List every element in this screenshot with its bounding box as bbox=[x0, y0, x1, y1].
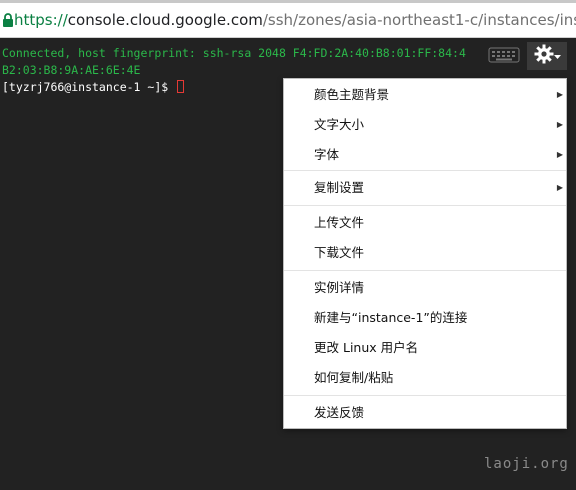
submenu-arrow-icon: ▶ bbox=[556, 150, 563, 159]
gear-icon bbox=[534, 44, 554, 68]
menu-item-label: 颜色主题背景 bbox=[314, 87, 390, 102]
terminal-fingerprint-line: B2:03:B8:9A:AE:6E:4E bbox=[2, 63, 141, 77]
menu-item-download-file[interactable]: 下载文件 bbox=[284, 238, 566, 268]
watermark-text: laoji.org bbox=[484, 456, 569, 472]
lock-icon bbox=[2, 9, 14, 31]
menu-item-copy-settings[interactable]: 复制设置 ▶ bbox=[284, 173, 566, 203]
menu-divider bbox=[284, 395, 566, 396]
menu-item-label: 如何复制/粘贴 bbox=[314, 370, 394, 385]
menu-item-label: 更改 Linux 用户名 bbox=[314, 340, 419, 355]
menu-item-label: 下载文件 bbox=[314, 245, 365, 260]
settings-gear-button[interactable] bbox=[527, 42, 567, 70]
keyboard-icon[interactable] bbox=[488, 47, 520, 63]
menu-divider bbox=[284, 270, 566, 271]
menu-item-new-connection[interactable]: 新建与“instance-1”的连接 bbox=[284, 303, 566, 333]
terminal-cursor bbox=[177, 80, 185, 93]
submenu-arrow-icon: ▶ bbox=[556, 120, 563, 129]
terminal-prompt-line: [tyzrj766@instance-1 ~]$ bbox=[2, 79, 185, 95]
address-bar[interactable]: https://console.cloud.google.com/ssh/zon… bbox=[0, 3, 576, 38]
submenu-arrow-icon: ▶ bbox=[556, 90, 563, 99]
menu-item-label: 实例详情 bbox=[314, 280, 365, 295]
menu-item-label: 文字大小 bbox=[314, 117, 365, 132]
menu-item-label: 复制设置 bbox=[314, 180, 365, 195]
menu-item-change-username[interactable]: 更改 Linux 用户名 bbox=[284, 333, 566, 363]
menu-item-instance-details[interactable]: 实例详情 bbox=[284, 273, 566, 303]
menu-divider bbox=[284, 170, 566, 171]
menu-item-send-feedback[interactable]: 发送反馈 bbox=[284, 398, 566, 428]
menu-item-label: 字体 bbox=[314, 147, 340, 162]
terminal-prompt: [tyzrj766@instance-1 ~]$ bbox=[2, 80, 176, 94]
menu-item-text-size[interactable]: 文字大小 ▶ bbox=[284, 110, 566, 140]
menu-item-font[interactable]: 字体 ▶ bbox=[284, 140, 566, 170]
menu-item-upload-file[interactable]: 上传文件 bbox=[284, 208, 566, 238]
settings-menu: 颜色主题背景 ▶ 文字大小 ▶ 字体 ▶ 复制设置 ▶ 上传文件 下载文件 实例… bbox=[283, 78, 567, 429]
menu-divider bbox=[284, 205, 566, 206]
menu-item-color-theme[interactable]: 颜色主题背景 ▶ bbox=[284, 80, 566, 110]
terminal-connected-line: Connected, host fingerprint: ssh-rsa 204… bbox=[2, 46, 466, 60]
submenu-arrow-icon: ▶ bbox=[556, 183, 563, 192]
url-text: https://console.cloud.google.com/ssh/zon… bbox=[14, 11, 576, 29]
caret-down-icon bbox=[553, 48, 561, 64]
menu-item-label: 发送反馈 bbox=[314, 405, 365, 420]
menu-item-label: 上传文件 bbox=[314, 215, 365, 230]
menu-item-label: 新建与“instance-1”的连接 bbox=[314, 310, 468, 325]
menu-item-copy-paste-help[interactable]: 如何复制/粘贴 bbox=[284, 363, 566, 393]
